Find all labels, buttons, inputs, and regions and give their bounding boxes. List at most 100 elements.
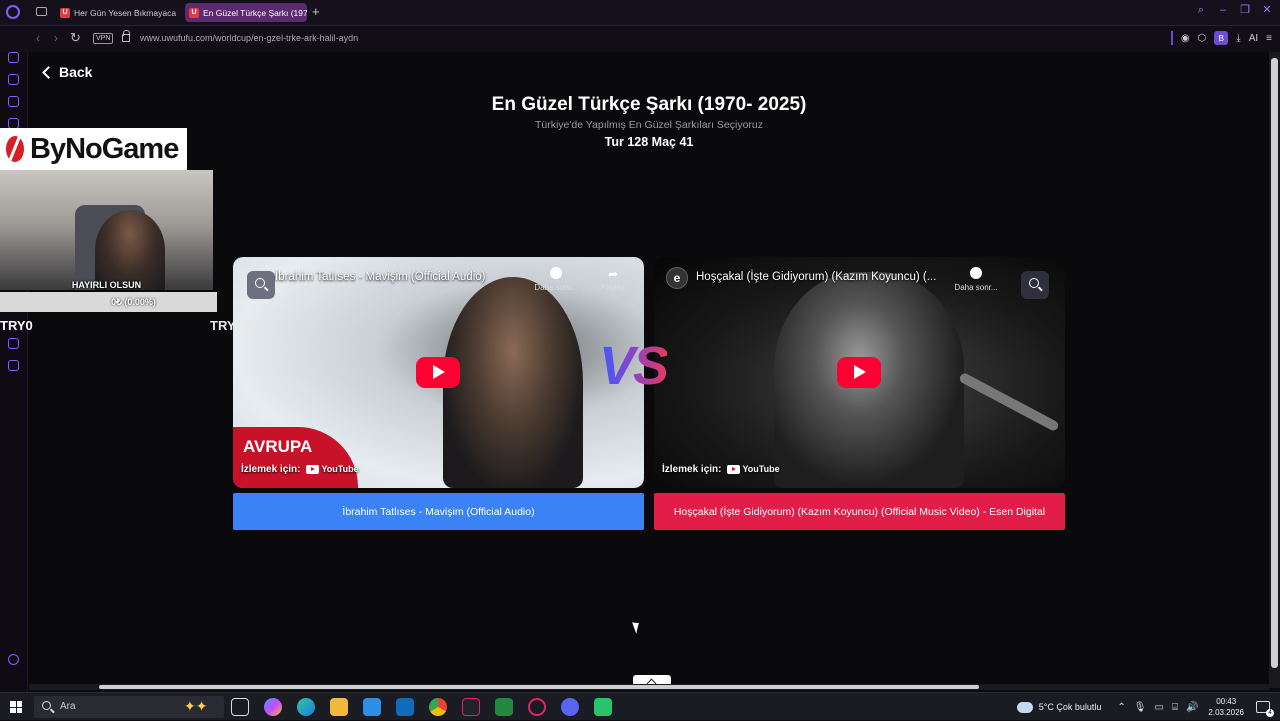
taskbar-search-box[interactable]: Ara ✦✦ [34,696,224,718]
url-field[interactable]: www.uwufufu.com/worldcup/en-gzel-trke-ar… [140,33,358,43]
address-bar-actions: ◉ ⬡ B ⤓ AI ≡ [1170,31,1272,45]
donation-label: HAYIRLI OLSUN [71,280,142,290]
back-nav-icon[interactable]: ‹ [36,31,40,45]
streamer-shape [95,210,165,290]
watch-on-label: İzlemek için: [662,463,722,475]
reload-icon[interactable]: ↻ [70,30,81,46]
clock-date: 2.03.2026 [1208,708,1244,717]
choice-button-left[interactable]: İbrahim Tatlıses - Mavişim (Official Aud… [233,493,644,530]
window-controls: ⌕ – ❐ ✕ [1196,5,1272,16]
opera-gx-icon[interactable] [528,698,546,716]
lock-icon[interactable] [122,30,130,42]
windows-start-icon[interactable] [10,701,22,713]
zoom-button[interactable] [247,271,275,299]
discord-icon[interactable] [561,698,579,716]
watch-on-youtube[interactable]: İzlemek için: YouTube [233,454,367,484]
edge-icon[interactable] [297,698,315,716]
browser-tab-bar: U Her Gün Yesen Bıkmayaca U En Güzel Tür… [0,0,1280,25]
network-icon[interactable]: ⌸ [1172,702,1178,713]
ai-button[interactable]: AI [1249,33,1258,44]
extensions-icon[interactable]: ⬡ [1198,33,1207,44]
zoom-button[interactable] [1021,271,1049,299]
donation-goal-bar: 0₺ (0.00%) [0,292,217,312]
app-icon[interactable] [594,698,612,716]
store-icon[interactable] [363,698,381,716]
search-tabs-icon[interactable]: ⌕ [1196,5,1206,16]
app-icon[interactable] [495,698,513,716]
play-button[interactable] [416,357,460,388]
forward-nav-icon[interactable]: › [54,31,58,45]
goal-max-label: TRY1000 [210,318,265,333]
copilot-icon[interactable] [264,698,282,716]
thumbnail-image [443,277,583,488]
page-content: Back En Güzel Türkçe Şarkı (1970- 2025) … [29,52,1269,689]
back-button[interactable]: Back [41,64,92,80]
windows-taskbar: Ara ✦✦ 5°C Çok bulutlu ⌃ 🎙 ▭ ⌸ 🔊 00:43 2… [0,692,1280,720]
system-tray: 5°C Çok bulutlu ⌃ 🎙 ▭ ⌸ 🔊 00:43 2.03.202… [1014,693,1280,721]
youtube-logo: YouTube [727,464,780,474]
video-title[interactable]: Hoşçakal (İşte Gidiyorum) (Kazım Koyuncu… [696,271,936,283]
vertical-scrollbar[interactable] [1269,52,1280,688]
messenger-icon[interactable] [8,96,19,107]
microphone-icon[interactable]: 🎙 [1134,702,1147,713]
choice-button-right[interactable]: Hoşçakal (İşte Gidiyorum) (Kazım Koyuncu… [654,493,1065,530]
watch-later-button[interactable]: Daha sonr... [531,267,581,292]
close-icon[interactable]: ✕ [1262,5,1272,16]
youtube-label: YouTube [742,464,780,474]
app-icon[interactable] [462,698,480,716]
restore-icon[interactable]: ❐ [1240,5,1250,16]
clock-icon [970,267,982,279]
video-embed-right[interactable]: e Hoşçakal (İşte Gidiyorum) (Kazım Koyun… [654,257,1065,488]
history-icon[interactable] [8,52,19,63]
gx-icon[interactable] [8,654,19,665]
clock[interactable]: 00:43 2.03.2026 [1208,696,1244,718]
watch-later-button[interactable]: Daha sonr... [951,267,1001,292]
tab-label: En Güzel Türkçe Şarkı (197 [203,7,307,18]
display-icon[interactable]: ▭ [1155,702,1164,713]
file-explorer-icon[interactable] [330,698,348,716]
brand-banner: ByNoGame [0,128,187,170]
menu-icon[interactable]: ≡ [1266,33,1272,44]
bynogame-logo-icon [2,132,28,166]
search-icon [42,701,51,710]
audio-icon[interactable]: ◉ [1181,33,1190,44]
outlook-icon[interactable] [396,698,414,716]
new-tab-button[interactable]: + [312,4,320,19]
donation-amount: 0₺ (0.00%) [111,297,156,307]
page-title: En Güzel Türkçe Şarkı (1970- 2025) [491,94,807,115]
play-button[interactable] [837,357,881,388]
youtube-icon [727,464,741,474]
zoom-in-icon [1029,278,1039,288]
channel-avatar[interactable]: e [666,267,688,289]
video-title[interactable]: İbrahim Tatlıses - Mavişim (Official Aud… [275,271,485,283]
browser-tab-active[interactable]: U En Güzel Türkçe Şarkı (197 [185,3,307,22]
cloudy-weather-icon[interactable] [1014,698,1033,713]
youtube-label: YouTube [321,464,359,474]
download-icon[interactable]: ⤓ [1236,33,1240,44]
tray-icons: ⌃ 🎙 ▭ ⌸ 🔊 [1117,702,1198,713]
youtube-icon [306,464,320,474]
extensions-sidebar-icon[interactable] [8,338,19,349]
notification-icon[interactable]: 4 [1256,701,1274,717]
tab-switcher-icon[interactable] [36,7,47,16]
weather-text[interactable]: 5°C Çok bulutlu [1039,702,1102,712]
volume-icon[interactable]: 🔊 [1186,702,1198,713]
chevron-up-icon[interactable]: ⌃ [1117,702,1125,713]
vpn-badge[interactable]: VPN [93,33,114,44]
settings-icon[interactable] [8,360,19,371]
profile-avatar[interactable]: B [1214,31,1229,45]
share-label: Paylaş [600,283,625,292]
opera-logo-icon[interactable] [6,5,20,19]
minimize-icon[interactable]: – [1218,5,1228,16]
aria-icon[interactable] [8,74,19,85]
youtube-logo: YouTube [306,464,359,474]
share-button[interactable]: ➦ Paylaş [593,267,633,292]
horizontal-scrollbar[interactable] [29,684,1269,690]
task-view-icon[interactable] [231,698,249,716]
watch-on-youtube[interactable]: İzlemek için: YouTube [654,454,788,484]
clock-icon [550,267,562,279]
browser-tab[interactable]: U Her Gün Yesen Bıkmayaca [56,3,178,22]
chrome-icon[interactable] [429,698,447,716]
address-bar: ‹ › ↻ VPN www.uwufufu.com/worldcup/en-gz… [0,25,1280,52]
video-embed-left[interactable]: AVRUPA İbrahim Tatlıses - Mavişim (Offic… [233,257,644,488]
